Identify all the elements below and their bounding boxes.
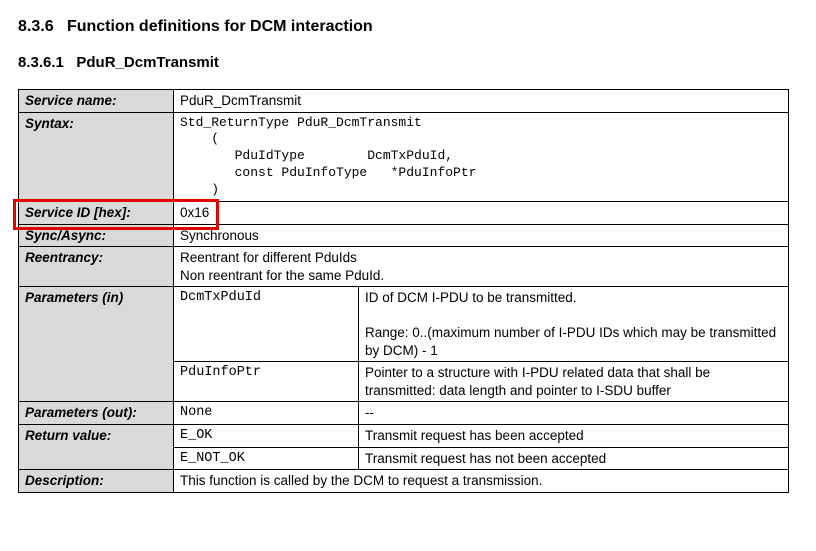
label-return-value: Return value: [19, 425, 174, 470]
label-syntax: Syntax: [19, 112, 174, 201]
row-sync-async: Sync/Async: Synchronous [19, 224, 789, 247]
value-syntax: Std_ReturnType PduR_DcmTransmit ( PduIdT… [174, 112, 789, 201]
param-in-desc-0: ID of DCM I-PDU to be transmitted. Range… [359, 287, 789, 362]
return-name-1: E_NOT_OK [174, 447, 359, 470]
label-reentrancy: Reentrancy: [19, 247, 174, 287]
param-in-desc-1: Pointer to a structure with I-PDU relate… [359, 362, 789, 402]
value-description: This function is called by the DCM to re… [174, 470, 789, 493]
row-return-0: Return value: E_OK Transmit request has … [19, 425, 789, 448]
row-syntax: Syntax: Std_ReturnType PduR_DcmTransmit … [19, 112, 789, 201]
param-in-name-1: PduInfoPtr [174, 362, 359, 402]
section-number: 8.3.6 [18, 18, 54, 35]
row-service-id: Service ID [hex]: 0x16 [19, 202, 789, 225]
value-service-name: PduR_DcmTransmit [174, 90, 789, 113]
subsection-heading: 8.3.6.1 PduR_DcmTransmit [18, 54, 798, 71]
param-out-name: None [174, 402, 359, 425]
subsection-title: PduR_DcmTransmit [76, 54, 219, 71]
row-params-out: Parameters (out): None -- [19, 402, 789, 425]
value-service-id: 0x16 [174, 202, 789, 225]
label-sync-async: Sync/Async: [19, 224, 174, 247]
param-out-desc: -- [359, 402, 789, 425]
syntax-code: Std_ReturnType PduR_DcmTransmit ( PduIdT… [180, 115, 782, 199]
section-heading: 8.3.6 Function definitions for DCM inter… [18, 18, 798, 36]
return-desc-1: Transmit request has not been accepted [359, 447, 789, 470]
param-in-name-0: DcmTxPduId [174, 287, 359, 362]
label-params-out: Parameters (out): [19, 402, 174, 425]
label-description: Description: [19, 470, 174, 493]
label-params-in: Parameters (in) [19, 287, 174, 402]
return-desc-0: Transmit request has been accepted [359, 425, 789, 448]
value-reentrancy: Reentrant for different PduIds Non reent… [174, 247, 789, 287]
label-service-id: Service ID [hex]: [19, 202, 174, 225]
row-description: Description: This function is called by … [19, 470, 789, 493]
row-reentrancy: Reentrancy: Reentrant for different PduI… [19, 247, 789, 287]
section-title: Function definitions for DCM interaction [67, 18, 373, 35]
spec-table: Service name: PduR_DcmTransmit Syntax: S… [18, 89, 789, 493]
return-name-0: E_OK [174, 425, 359, 448]
subsection-number: 8.3.6.1 [18, 54, 64, 71]
row-params-in-0: Parameters (in) DcmTxPduId ID of DCM I-P… [19, 287, 789, 362]
label-service-name: Service name: [19, 90, 174, 113]
row-service-name: Service name: PduR_DcmTransmit [19, 90, 789, 113]
value-sync-async: Synchronous [174, 224, 789, 247]
